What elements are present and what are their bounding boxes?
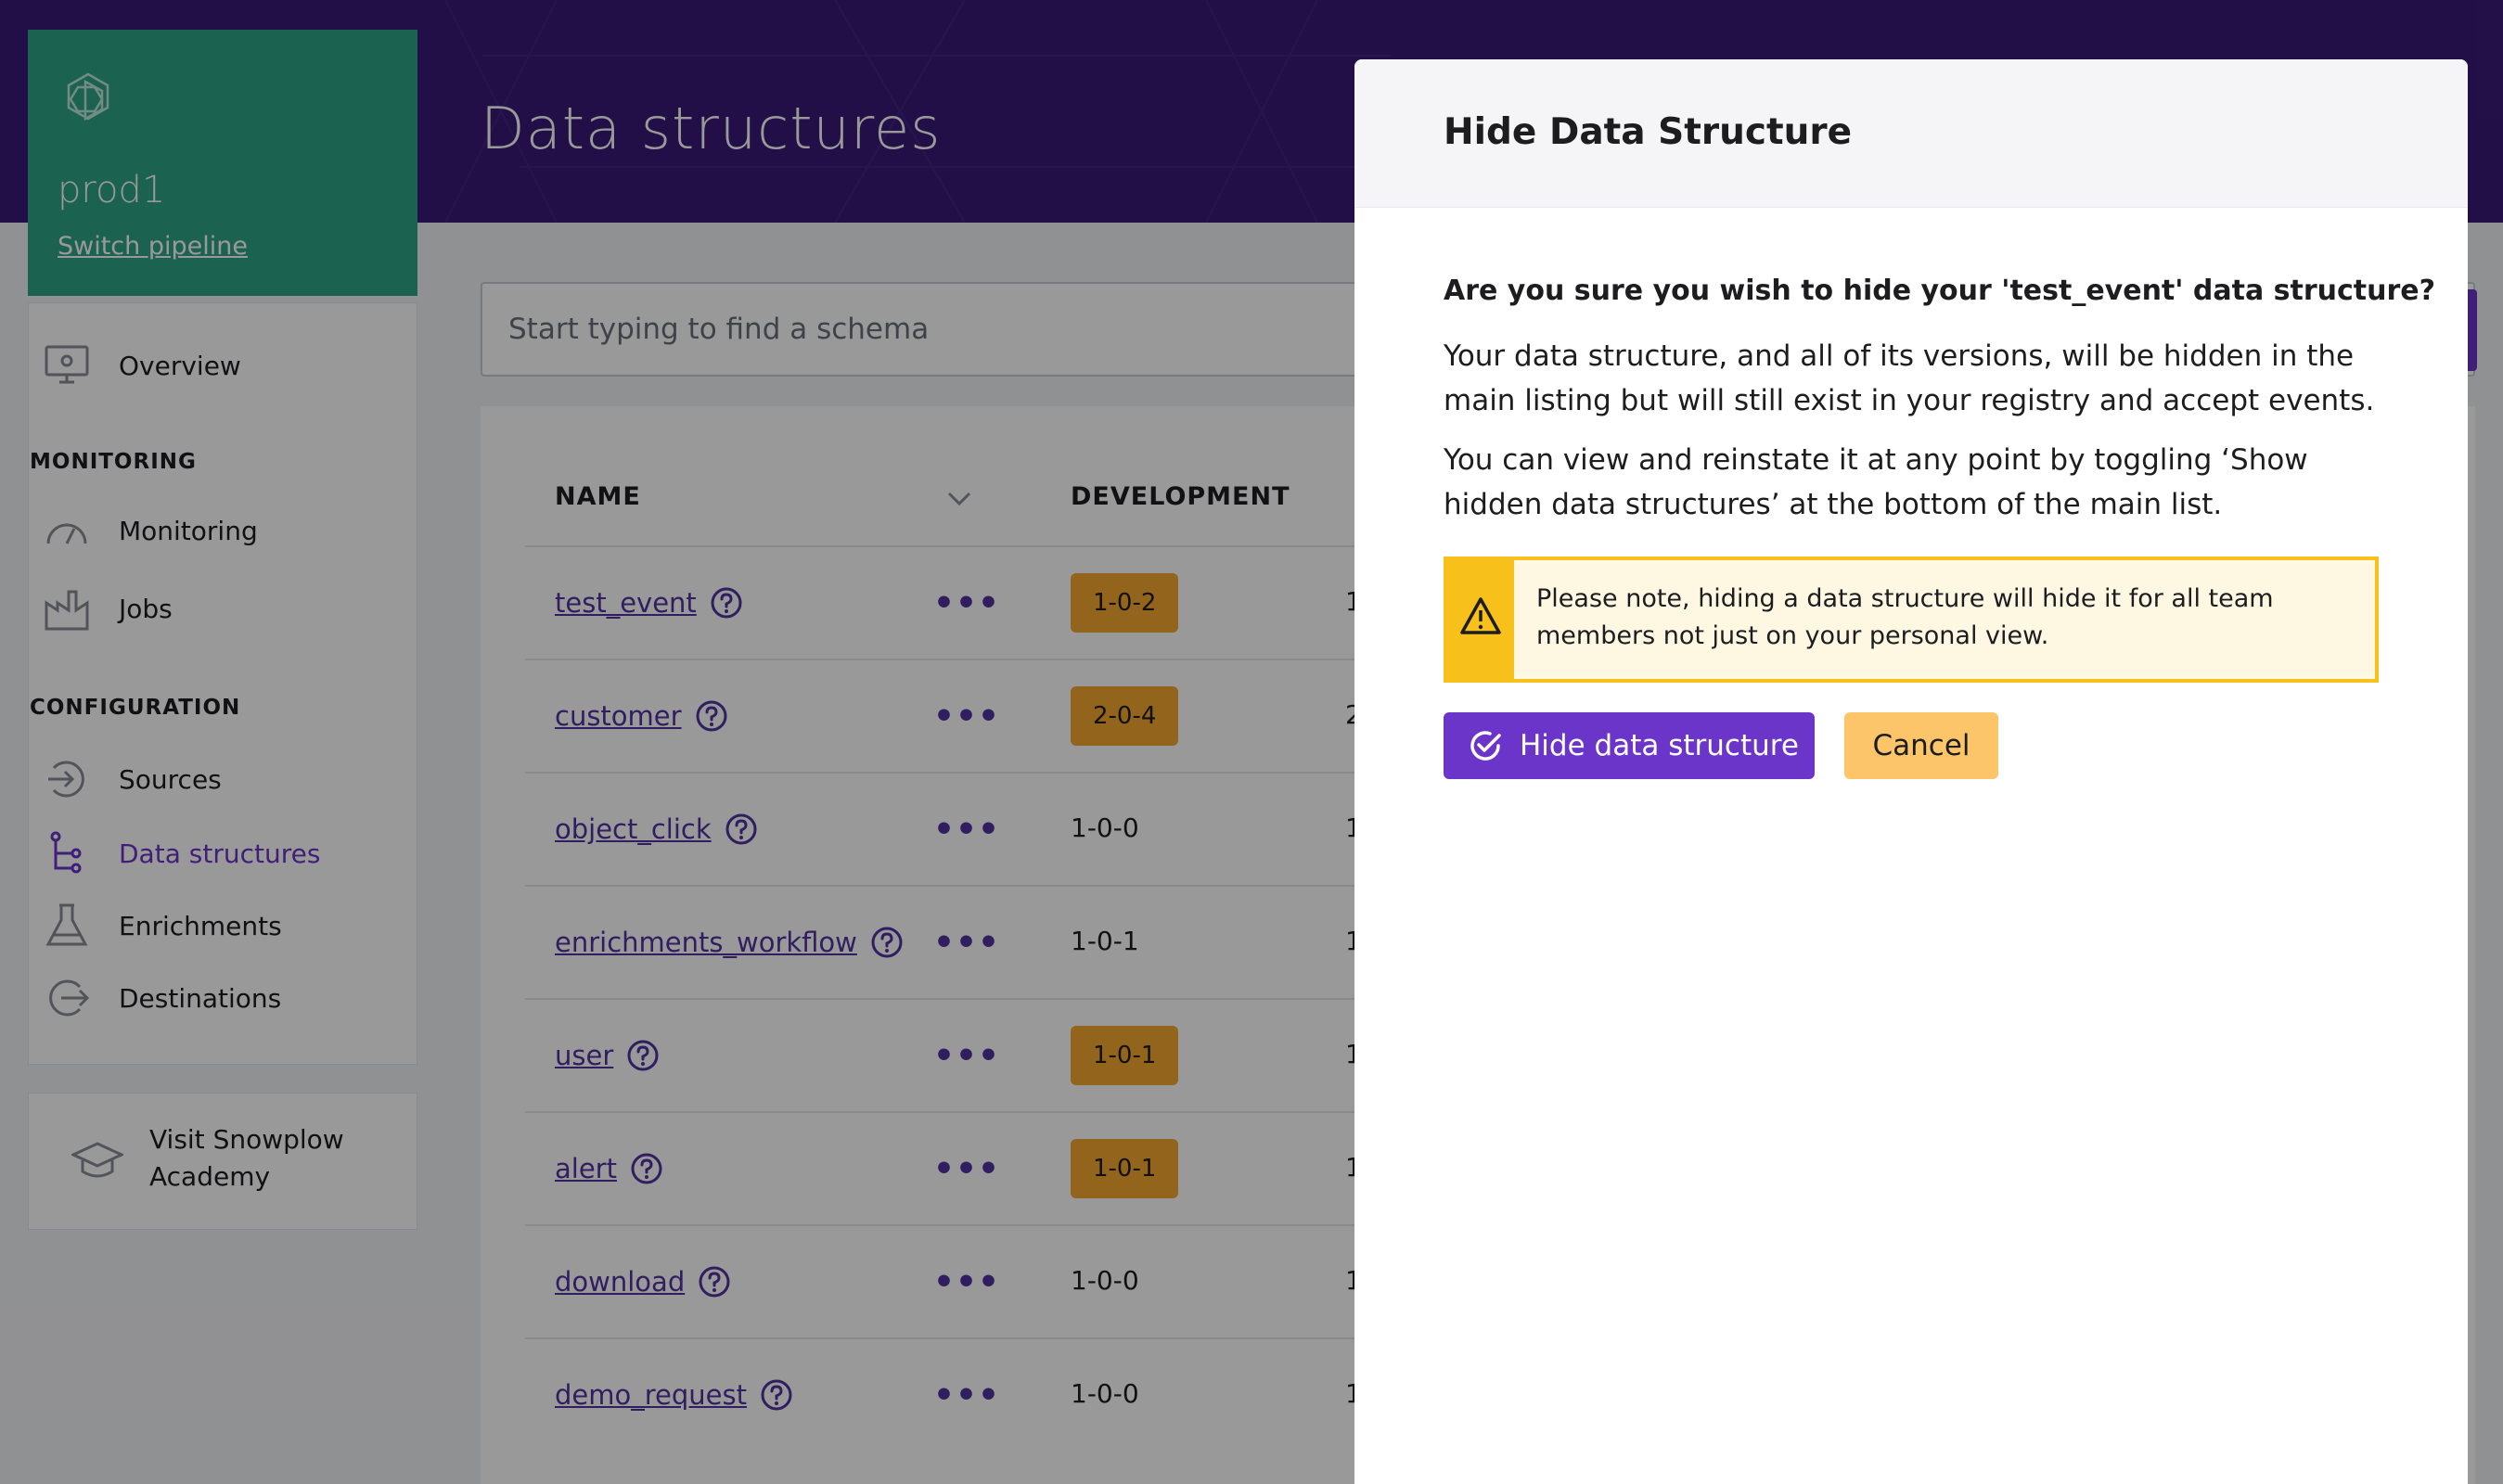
hide-data-structure-button[interactable]: Hide data structure	[1444, 712, 1815, 779]
warning-note: Please note, hiding a data structure wil…	[1444, 556, 2379, 683]
dialog-paragraph-2: You can view and reinstate it at any poi…	[1444, 443, 2308, 521]
dialog-question: Are you sure you wish to hide your 'test…	[1444, 275, 2436, 307]
warning-bar	[1447, 560, 1514, 679]
hide-data-structure-dialog: Hide Data Structure Are you sure you wis…	[1354, 59, 2468, 1484]
warning-text: Please note, hiding a data structure wil…	[1536, 584, 2274, 650]
dialog-paragraph-1: Your data structure, and all of its vers…	[1444, 339, 2375, 417]
warning-triangle-icon	[1460, 597, 1501, 634]
hide-button-label: Hide data structure	[1520, 729, 1799, 762]
check-circle-icon	[1470, 731, 1501, 761]
dialog-title: Hide Data Structure	[1444, 111, 1853, 153]
cancel-button[interactable]: Cancel	[1844, 712, 1998, 779]
